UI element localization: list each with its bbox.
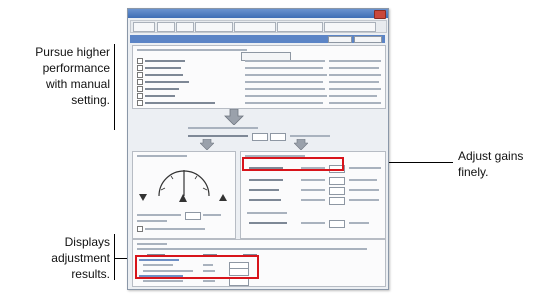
mode-option[interactable] [137,100,143,106]
gain-field[interactable] [329,197,345,205]
callout-line: with manual [45,77,110,91]
callout-line: Displays [64,235,110,249]
mode-option[interactable] [137,65,143,71]
result-field [229,278,249,286]
gauge-panel [132,151,236,239]
gain-field[interactable] [329,177,345,185]
window-titlebar [128,9,388,19]
callout-manual-setting: Pursue higher performance with manual se… [2,44,110,108]
gain-highlight [242,157,344,171]
callout-line: setting. [71,93,110,107]
callout-line: performance [42,61,110,75]
callout-adjustment-results: Displays adjustment results. [2,234,110,282]
toolbar [130,20,387,33]
callout-adjust-gains: Adjust gains finely. [458,148,546,180]
close-icon[interactable] [374,10,386,19]
callout-line: finely. [458,165,489,179]
callout-line: results. [71,267,110,281]
mode-option[interactable] [137,72,143,78]
mode-panel [132,45,386,109]
gain-field[interactable] [329,220,345,228]
tuning-window [127,8,389,290]
setting-button[interactable] [354,36,382,43]
results-highlight [135,255,259,279]
down-arrow-icon [224,109,244,125]
mode-option[interactable] [137,86,143,92]
toolbar-button[interactable] [195,22,233,32]
response-field[interactable] [252,133,268,141]
response-field[interactable] [270,133,286,141]
toolbar-button[interactable] [234,22,276,32]
leader-bracket-results [114,234,115,280]
mode-option[interactable] [137,58,143,64]
toolbar-button[interactable] [157,22,175,32]
callout-line: Adjust gains [458,149,524,163]
decrease-button[interactable] [139,194,147,202]
leader-bracket-manual [114,44,115,130]
callout-line: adjustment [51,251,110,265]
increase-button[interactable] [219,194,227,202]
toolbar-button[interactable] [133,22,155,32]
toolbar-button[interactable] [277,22,323,32]
setting-button[interactable] [328,36,352,43]
fine-adjust-checkbox[interactable] [137,226,143,232]
down-arrow-icon [200,139,214,150]
mode-option[interactable] [137,93,143,99]
mode-option[interactable] [137,79,143,85]
down-arrow-icon [294,139,308,150]
gain-field[interactable] [329,187,345,195]
toolbar-button[interactable] [176,22,194,32]
warning-triangle-icon [179,194,187,202]
toolbar-button[interactable] [324,22,376,32]
callout-line: Pursue higher [35,45,110,59]
response-value-field[interactable] [185,212,201,220]
